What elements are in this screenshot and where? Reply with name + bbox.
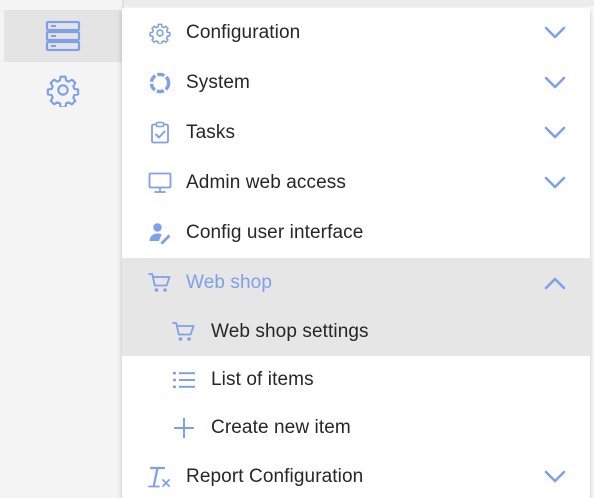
menu-item-label: Configuration <box>186 22 301 43</box>
cart-icon <box>170 318 198 346</box>
chevron-down-icon[interactable] <box>542 170 568 196</box>
gear-icon <box>146 19 174 47</box>
gear-icon <box>46 73 80 107</box>
submenu-item-create-new-item[interactable]: Create new item <box>122 404 590 452</box>
menu-item-label: Web shop <box>186 272 273 293</box>
chevron-down-icon[interactable] <box>542 70 568 96</box>
list-icon <box>170 366 198 394</box>
clear-format-icon <box>146 463 174 491</box>
ring-icon <box>146 69 174 97</box>
menu-item-label: Admin web access <box>186 172 347 193</box>
menu-item-config-user-interface[interactable]: Config user interface <box>122 208 590 258</box>
submenu-item-list-of-items[interactable]: List of items <box>122 356 590 404</box>
submenu-item-web-shop-settings[interactable]: Web shop settings <box>122 308 590 356</box>
menu-item-web-shop[interactable]: Web shop <box>122 258 590 308</box>
submenu-item-label: Web shop settings <box>211 321 369 342</box>
menu-item-system[interactable]: System <box>122 58 590 108</box>
menu-item-report-configuration[interactable]: Report Configuration <box>122 452 590 498</box>
menu-item-label: System <box>186 72 250 93</box>
clipboard-check-icon <box>146 119 174 147</box>
settings-dropdown-menu: Configuration System Tasks Admin web acc… <box>122 8 590 498</box>
rail-item-settings[interactable] <box>4 64 122 116</box>
chevron-up-icon[interactable] <box>542 270 568 296</box>
menu-item-label: Config user interface <box>186 222 364 243</box>
chevron-down-icon[interactable] <box>542 20 568 46</box>
plus-icon <box>170 414 198 442</box>
left-rail <box>0 0 122 498</box>
menu-item-tasks[interactable]: Tasks <box>122 108 590 158</box>
background-header-bar <box>122 0 594 6</box>
submenu-item-label: List of items <box>211 369 314 390</box>
rail-item-servers[interactable] <box>4 10 122 62</box>
chevron-down-icon[interactable] <box>542 464 568 490</box>
menu-item-label: Tasks <box>186 122 236 143</box>
menu-item-admin-web-access[interactable]: Admin web access <box>122 158 590 208</box>
user-edit-icon <box>146 219 174 247</box>
monitor-icon <box>146 169 174 197</box>
menu-item-label: Report Configuration <box>186 466 364 487</box>
server-icon <box>45 20 81 52</box>
menu-item-configuration[interactable]: Configuration <box>122 8 590 58</box>
submenu-item-label: Create new item <box>211 417 351 438</box>
cart-icon <box>146 269 174 297</box>
chevron-down-icon[interactable] <box>542 120 568 146</box>
